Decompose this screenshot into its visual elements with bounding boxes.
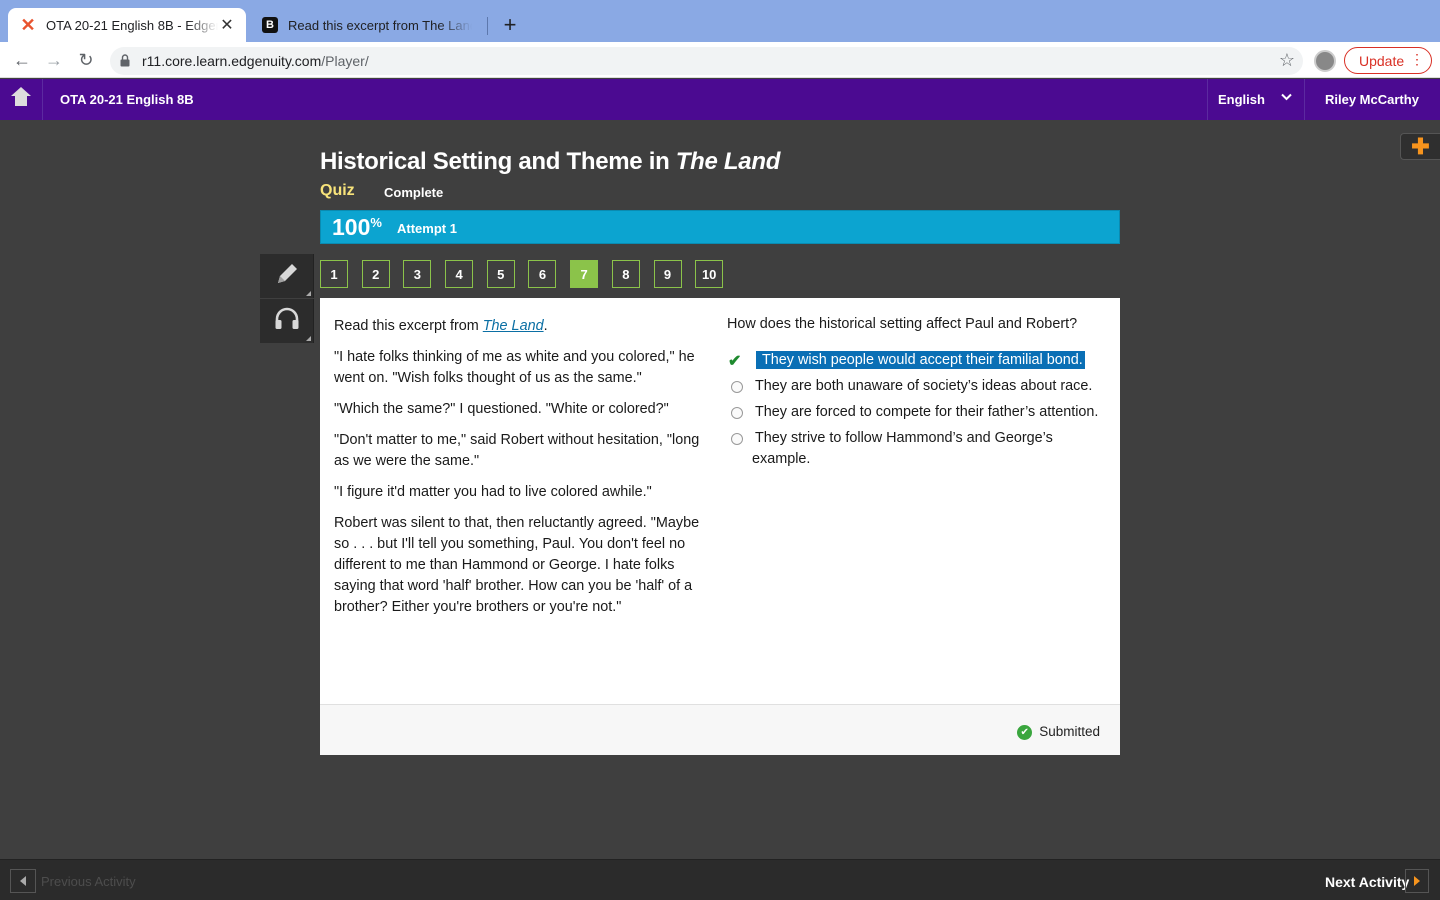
previous-activity-button[interactable] xyxy=(10,869,36,893)
answer-option-3[interactable]: They are forced to compete for their fat… xyxy=(727,402,1107,423)
back-arrow-icon[interactable]: ← xyxy=(10,48,34,72)
forward-arrow-icon[interactable]: → xyxy=(42,48,66,72)
pencil-icon xyxy=(274,261,300,292)
headphones-icon xyxy=(273,306,301,337)
card-footer: ✔ Submitted xyxy=(320,704,1120,755)
question-nav-7[interactable]: 7 xyxy=(570,260,599,288)
attempt-label: Attempt 1 xyxy=(397,221,457,236)
question-nav-8[interactable]: 8 xyxy=(611,260,640,288)
next-activity-button[interactable] xyxy=(1405,869,1429,893)
course-title: OTA 20-21 English 8B xyxy=(60,92,194,107)
tab-title: Read this excerpt from The Land xyxy=(288,17,472,33)
menu-dots-icon: ⋮ xyxy=(1410,51,1424,67)
question-nav-4[interactable]: 4 xyxy=(445,260,474,288)
triangle-left-icon xyxy=(20,876,26,886)
update-label: Update xyxy=(1359,52,1405,69)
radio-button[interactable] xyxy=(731,407,743,419)
close-tab-icon[interactable]: ✕ xyxy=(218,15,236,35)
radio-button[interactable] xyxy=(731,433,743,445)
brainly-b-icon: B xyxy=(262,17,278,33)
reading-passage: Read this excerpt from The Land. "I hate… xyxy=(334,316,714,628)
profile-avatar-icon[interactable] xyxy=(1314,50,1336,72)
question-nav-5[interactable]: 5 xyxy=(486,260,515,288)
home-button[interactable] xyxy=(0,79,43,120)
question-nav-9[interactable]: 9 xyxy=(653,260,682,288)
question-card: Read this excerpt from The Land. "I hate… xyxy=(320,298,1120,755)
plus-tools-button[interactable]: ✚ xyxy=(1400,133,1440,160)
tool-corner xyxy=(306,336,311,341)
triangle-right-icon xyxy=(1414,876,1420,886)
check-circle-icon: ✔ xyxy=(1017,725,1033,740)
activity-nav-bar: Previous Activity Next Activity xyxy=(0,859,1440,900)
passage-paragraph: "Which the same?" I questioned. "White o… xyxy=(334,401,669,417)
browser-tab-brainly[interactable]: B Read this excerpt from The Land xyxy=(250,8,482,42)
lock-icon xyxy=(120,54,132,68)
audio-tool-button[interactable] xyxy=(260,299,314,343)
answer-text: They are both unaware of society’s ideas… xyxy=(755,378,1093,394)
browser-tab-edgenuity[interactable]: ✕ OTA 20-21 English 8B - Edgenuity ✕ xyxy=(8,8,246,42)
previous-activity-label[interactable]: Previous Activity xyxy=(41,874,136,889)
address-bar[interactable]: r11.core.learn.edgenuity.com/Player/ ☆ xyxy=(110,47,1303,75)
passage-paragraph: "Don't matter to me," said Robert withou… xyxy=(334,432,700,469)
score-value: 100% xyxy=(332,214,382,241)
browser-tab-bar: ✕ OTA 20-21 English 8B - Edgenuity ✕ B R… xyxy=(0,0,1440,42)
answer-list: ✔ They wish people would accept their fa… xyxy=(727,350,1107,475)
reload-icon[interactable]: ↻ xyxy=(74,48,98,72)
tab-separator xyxy=(487,17,488,35)
update-button[interactable]: Update ⋮ xyxy=(1344,47,1432,74)
bookmark-star-icon[interactable]: ☆ xyxy=(1279,50,1295,71)
tab-title: OTA 20-21 English 8B - Edgenuity xyxy=(46,17,218,33)
passage-paragraph: "I figure it'd matter you had to live co… xyxy=(334,484,652,500)
annotate-tool-button[interactable] xyxy=(260,254,314,298)
question-nav-6[interactable]: 6 xyxy=(528,260,557,288)
url-path: /Player/ xyxy=(321,53,369,69)
answer-text: They strive to follow Hammond’s and Geor… xyxy=(752,430,1053,467)
home-icon xyxy=(11,86,31,108)
question-nav-10[interactable]: 10 xyxy=(695,260,724,288)
answer-option-4[interactable]: They strive to follow Hammond’s and Geor… xyxy=(727,428,1107,470)
question-nav: 1 2 3 4 5 6 7 8 9 10 xyxy=(320,260,737,288)
app-header: OTA 20-21 English 8B English Riley McCar… xyxy=(0,79,1440,120)
book-link[interactable]: The Land xyxy=(483,318,544,334)
edgenuity-x-icon: ✕ xyxy=(20,14,36,35)
chevron-down-icon xyxy=(1281,90,1292,104)
plus-icon: ✚ xyxy=(1411,133,1430,159)
passage-intro: Read this excerpt from The Land. xyxy=(334,316,714,337)
answer-option-1[interactable]: ✔ They wish people would accept their fa… xyxy=(727,350,1107,371)
score-bar: 100% Attempt 1 xyxy=(320,210,1120,244)
question-nav-1[interactable]: 1 xyxy=(320,260,348,288)
radio-button[interactable] xyxy=(731,381,743,393)
language-label: English xyxy=(1218,92,1265,107)
page-title-text: Historical Setting and Theme in xyxy=(320,148,676,175)
passage-intro-suffix: . xyxy=(543,318,548,334)
url-host: r11.core.learn.edgenuity.com xyxy=(142,53,322,69)
language-selector[interactable]: English xyxy=(1207,79,1305,120)
score-number: 100 xyxy=(332,214,371,240)
page-title-book: The Land xyxy=(675,148,781,175)
passage-paragraph: Robert was silent to that, then reluctan… xyxy=(334,515,700,615)
correct-check-icon: ✔ xyxy=(728,353,742,370)
user-name[interactable]: Riley McCarthy xyxy=(1325,92,1419,107)
question-prompt: How does the historical setting affect P… xyxy=(727,316,1078,332)
page-title: Historical Setting and Theme in The Land xyxy=(320,148,780,176)
activity-status: Complete xyxy=(384,185,444,200)
passage-intro-prefix: Read this excerpt from xyxy=(334,318,483,334)
submitted-status: ✔ Submitted xyxy=(1017,722,1100,740)
score-unit: % xyxy=(370,215,382,230)
answer-text: They are forced to compete for their fat… xyxy=(755,404,1099,420)
next-activity-label[interactable]: Next Activity xyxy=(1325,874,1409,890)
passage-paragraph: "I hate folks thinking of me as white an… xyxy=(334,349,695,386)
activity-type: Quiz xyxy=(320,182,355,199)
question-nav-3[interactable]: 3 xyxy=(403,260,432,288)
tool-corner xyxy=(306,291,311,296)
submitted-label: Submitted xyxy=(1039,723,1100,739)
answer-text: They wish people would accept their fami… xyxy=(756,351,1085,369)
answer-option-2[interactable]: They are both unaware of society’s ideas… xyxy=(727,376,1107,397)
question-nav-2[interactable]: 2 xyxy=(361,260,390,288)
new-tab-button[interactable]: + xyxy=(498,12,522,38)
browser-toolbar: ← → ↻ r11.core.learn.edgenuity.com/Playe… xyxy=(0,42,1440,78)
